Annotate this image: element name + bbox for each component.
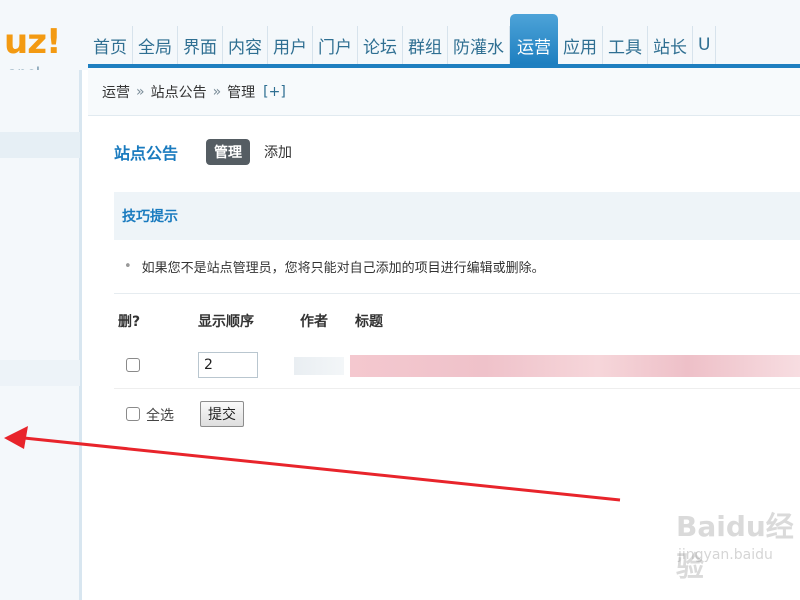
header-title: 标题 [355,314,383,330]
bullet: • [124,259,132,274]
select-all-label: 全选 [146,408,174,424]
submit-button[interactable]: 提交 [200,401,244,427]
nav-item-ucenter[interactable]: U [693,26,717,64]
watermark: Baidu经验 jingyan.baidu [676,505,800,583]
author-cell-blurred [294,357,344,375]
table-row [114,343,800,389]
display-order-input[interactable] [198,352,258,378]
sidebar-item-highlight[interactable] [0,132,80,158]
nav-item-home[interactable]: 首页 [88,26,133,64]
breadcrumb-item[interactable]: 站点公告 [151,82,207,102]
sidebar-item-highlight[interactable] [0,360,80,386]
top-nav: 首页 全局 界面 内容 用户 门户 论坛 群组 防灌水 运营 应用 工具 站长 … [88,14,717,64]
delete-checkbox[interactable] [126,358,140,372]
nav-item-webmaster[interactable]: 站长 [648,26,693,64]
header-delete: 删? [118,314,141,330]
tips-text-row: • 如果您不是站点管理员，您将只能对自己添加的项目进行编辑或删除。 [114,240,800,294]
table-header: 删? 显示顺序 作者 标题 [114,299,800,339]
nav-item-forum[interactable]: 论坛 [358,26,403,64]
nav-item-global[interactable]: 全局 [133,26,178,64]
nav-item-portal[interactable]: 门户 [313,26,358,64]
tab-manage[interactable]: 管理 [206,139,251,165]
sidebar [0,70,82,600]
nav-item-content[interactable]: 内容 [223,26,268,64]
tips-text: 如果您不是站点管理员，您将只能对自己添加的项目进行编辑或删除。 [141,261,545,276]
title-cell-blurred[interactable] [350,355,800,377]
page-title: 站点公告 [114,144,179,163]
header-author: 作者 [300,314,328,330]
watermark-url: jingyan.baidu [678,547,773,563]
nav-item-apps[interactable]: 应用 [558,26,603,64]
nav-item-tools[interactable]: 工具 [603,26,648,64]
breadcrumb-add-link[interactable]: [+] [263,84,286,100]
select-all-checkbox[interactable] [126,407,140,421]
logo-text: uz! [4,22,61,62]
table-footer: 全选 提交 [114,399,800,433]
tips-heading: 技巧提示 [114,192,800,240]
tab-add[interactable]: 添加 [264,142,292,162]
breadcrumb-separator: » [136,83,145,100]
nav-item-operations[interactable]: 运营 [510,14,558,64]
breadcrumb: 运营 » 站点公告 » 管理 [+] [88,68,800,116]
header-order: 显示顺序 [198,314,254,330]
breadcrumb-item[interactable]: 运营 [102,82,130,102]
title-row: 站点公告 管理 添加 [114,139,292,165]
breadcrumb-item: 管理 [227,84,256,101]
nav-item-groups[interactable]: 群组 [403,26,448,64]
admin-panel: uz! anel 首页 全局 界面 内容 用户 门户 论坛 群组 防灌水 运营 … [0,0,800,600]
header: uz! anel 首页 全局 界面 内容 用户 门户 论坛 群组 防灌水 运营 … [0,0,800,82]
nav-item-interface[interactable]: 界面 [178,26,223,64]
watermark-logo: Baidu经验 [676,510,794,583]
breadcrumb-separator: » [212,83,222,100]
nav-item-antispam[interactable]: 防灌水 [448,26,510,64]
nav-item-users[interactable]: 用户 [268,26,313,64]
